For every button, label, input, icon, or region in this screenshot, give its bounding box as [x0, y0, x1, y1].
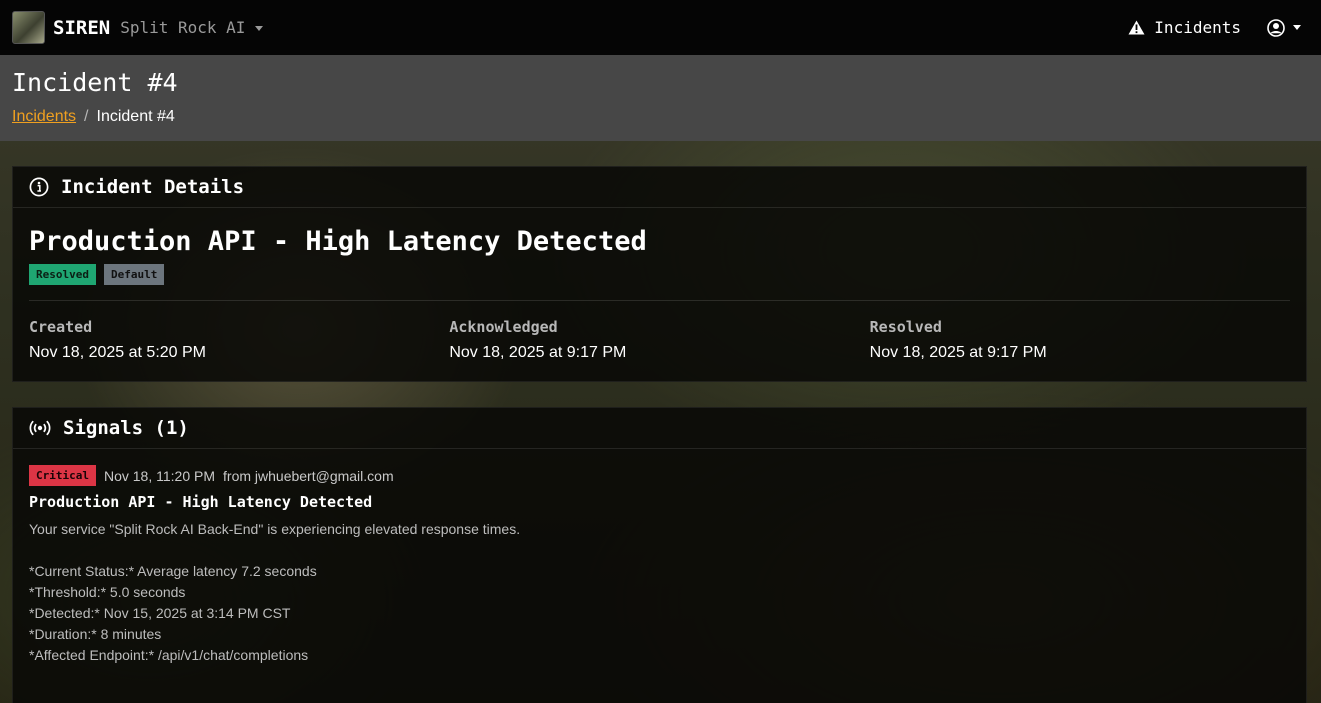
- user-menu-button[interactable]: [1267, 18, 1301, 37]
- top-navbar: SIREN Split Rock AI Incidents: [0, 0, 1321, 55]
- nav-incidents-label: Incidents: [1154, 18, 1241, 37]
- incident-timestamps: Created Nov 18, 2025 at 5:20 PM Acknowle…: [29, 318, 1290, 362]
- divider: [29, 300, 1290, 301]
- signal-from: from jwhuebert@gmail.com: [223, 467, 394, 484]
- acknowledged-stat: Acknowledged Nov 18, 2025 at 9:17 PM: [449, 318, 869, 362]
- created-stat: Created Nov 18, 2025 at 5:20 PM: [29, 318, 449, 362]
- page-title: Incident #4: [12, 68, 178, 97]
- chevron-down-icon: [255, 26, 264, 31]
- incident-badges: Resolved Default: [29, 264, 1290, 285]
- acknowledged-label: Acknowledged: [449, 318, 558, 336]
- chevron-down-icon: [1293, 25, 1301, 30]
- created-label: Created: [29, 318, 93, 336]
- signal-detail-line: *Affected Endpoint:* /api/v1/chat/comple…: [29, 647, 309, 663]
- signals-heading: Signals (1): [63, 417, 189, 439]
- incident-title: Production API - High Latency Detected: [29, 226, 647, 257]
- incident-details-header: Incident Details: [13, 167, 1306, 208]
- status-badge: Resolved: [29, 264, 96, 285]
- incident-details-body: Production API - High Latency Detected R…: [13, 226, 1306, 362]
- resolved-value: Nov 18, 2025 at 9:17 PM: [869, 344, 1047, 361]
- signal-description: Your service "Split Rock AI Back-End" is…: [29, 521, 521, 537]
- nav-right: Incidents: [1128, 18, 1309, 37]
- acknowledged-value: Nov 18, 2025 at 9:17 PM: [449, 344, 627, 361]
- breadcrumb-separator: /: [84, 108, 89, 125]
- incident-details-card: Incident Details Production API - High L…: [12, 166, 1307, 382]
- signal-title: Production API - High Latency Detected: [29, 493, 373, 511]
- org-switcher[interactable]: Split Rock AI: [120, 18, 264, 37]
- created-value: Nov 18, 2025 at 5:20 PM: [29, 344, 206, 361]
- page-header: Incident #4 Incidents / Incident #4: [0, 55, 1321, 141]
- signal-item: Critical Nov 18, 11:20 PM from jwhuebert…: [29, 465, 1290, 666]
- signals-header: Signals (1): [13, 408, 1306, 449]
- warning-triangle-icon: [1128, 20, 1145, 35]
- signals-body: Critical Nov 18, 11:20 PM from jwhuebert…: [13, 465, 1306, 666]
- signal-time: Nov 18, 11:20 PM: [103, 467, 216, 484]
- info-circle-icon: [29, 177, 49, 197]
- brand-logo[interactable]: [12, 11, 45, 44]
- brand-name[interactable]: SIREN: [53, 17, 110, 39]
- user-circle-icon: [1267, 18, 1285, 37]
- severity-badge: Critical: [29, 465, 96, 486]
- signal-detail-line: *Current Status:* Average latency 7.2 se…: [29, 563, 317, 579]
- signals-card: Signals (1) Critical Nov 18, 11:20 PM fr…: [12, 407, 1307, 703]
- resolved-label: Resolved: [869, 318, 942, 336]
- resolved-stat: Resolved Nov 18, 2025 at 9:17 PM: [870, 318, 1290, 362]
- broadcast-icon: [29, 420, 51, 436]
- breadcrumb-incidents-link[interactable]: Incidents: [12, 108, 76, 125]
- incident-details-heading: Incident Details: [61, 176, 245, 198]
- nav-incidents-link[interactable]: Incidents: [1128, 18, 1241, 37]
- priority-badge: Default: [103, 264, 165, 285]
- signal-detail-line: *Detected:* Nov 15, 2025 at 3:14 PM CST: [29, 605, 291, 621]
- breadcrumb-current: Incident #4: [96, 108, 175, 125]
- signal-details: *Current Status:* Average latency 7.2 se…: [29, 561, 1290, 666]
- signal-meta: Critical Nov 18, 11:20 PM from jwhuebert…: [29, 465, 1290, 486]
- org-name: Split Rock AI: [120, 18, 246, 37]
- breadcrumb: Incidents / Incident #4: [12, 108, 1309, 126]
- signal-detail-line: *Threshold:* 5.0 seconds: [29, 584, 186, 600]
- signal-detail-line: *Duration:* 8 minutes: [29, 626, 162, 642]
